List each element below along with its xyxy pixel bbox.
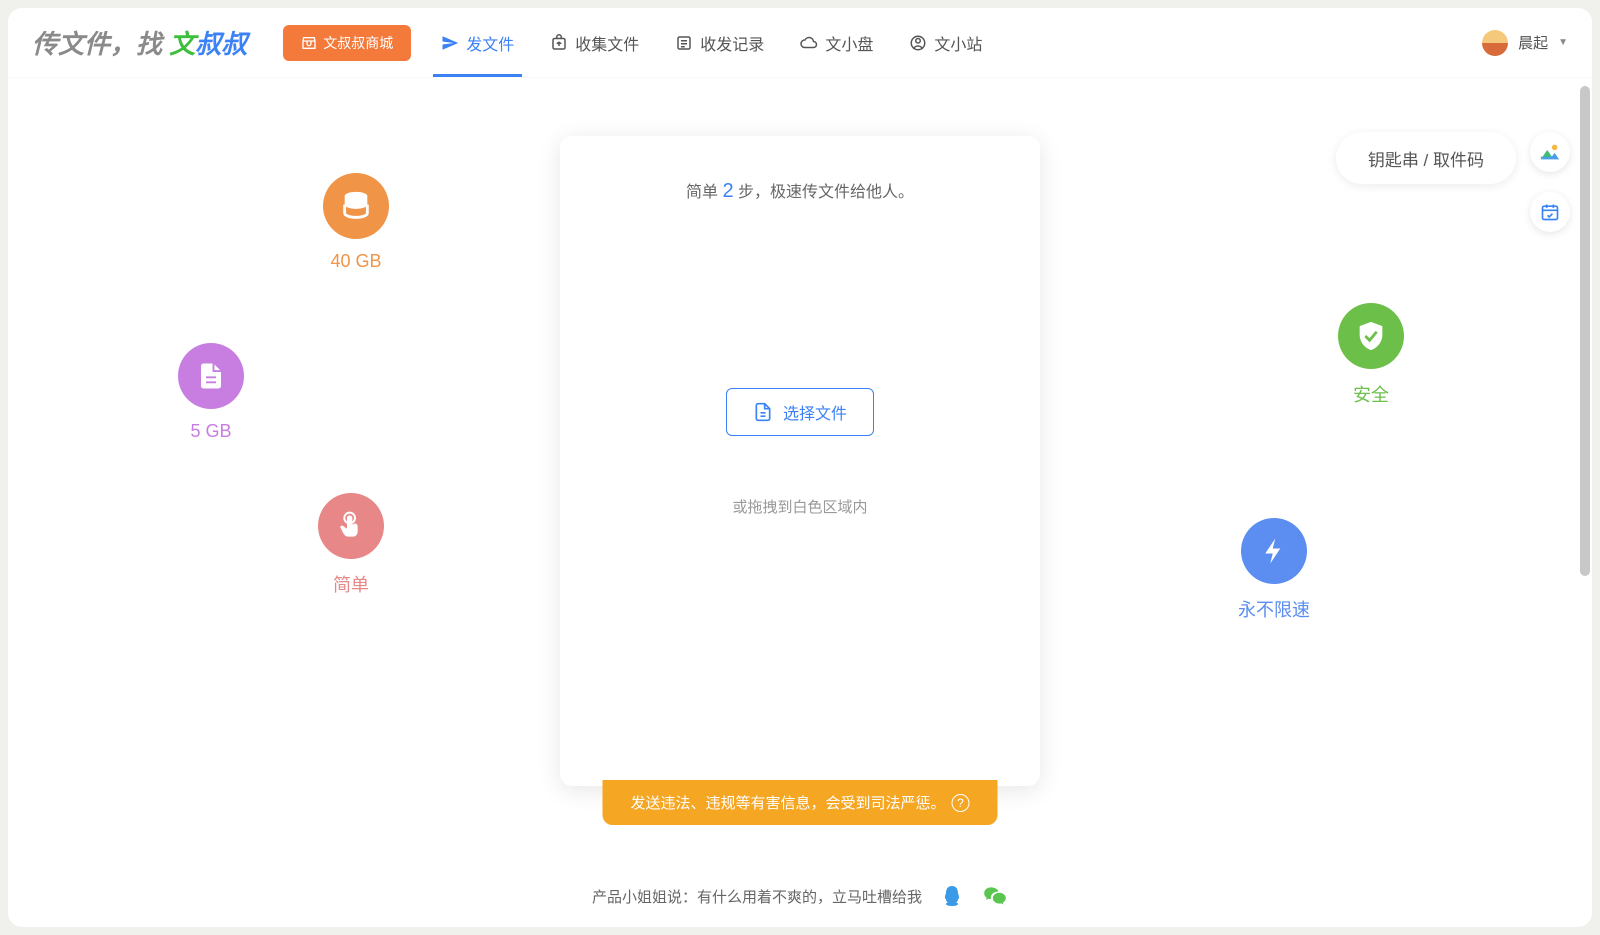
gallery-button[interactable] — [1530, 132, 1570, 172]
feature-file-label: 5 GB — [190, 421, 231, 442]
upload-card: 简单 2 步，极速传文件给他人。 选择文件 或拖拽到白色区域内 — [560, 136, 1040, 786]
calendar-icon — [1540, 202, 1560, 222]
scrollbar[interactable] — [1580, 86, 1590, 576]
content: 钥匙串 / 取件码 40 GB 5 GB — [8, 78, 1592, 927]
select-file-label: 选择文件 — [783, 400, 847, 424]
select-file-button[interactable]: 选择文件 — [726, 388, 874, 436]
feature-file: 5 GB — [178, 343, 244, 442]
card-title-pre: 简单 — [686, 184, 722, 201]
avatar — [1482, 30, 1508, 56]
file-select-icon — [753, 402, 773, 422]
collect-icon — [550, 34, 568, 52]
nav-history-label: 收发记录 — [700, 31, 764, 55]
card-title-post: 步，极速传文件给他人。 — [734, 184, 914, 201]
logo-text-1: 传文件，找 — [32, 29, 169, 59]
station-icon — [909, 34, 927, 52]
file-icon — [178, 343, 244, 409]
logo-text-2: 文 — [169, 29, 195, 59]
keychain-button[interactable]: 钥匙串 / 取件码 — [1336, 132, 1516, 184]
history-icon — [675, 34, 693, 52]
keychain-label: 钥匙串 / 取件码 — [1368, 146, 1484, 171]
card-title: 简单 2 步，极速传文件给他人。 — [590, 178, 1010, 203]
nav-disk-label: 文小盘 — [825, 31, 873, 55]
nav-disk[interactable]: 文小盘 — [800, 8, 873, 77]
shield-icon — [1338, 303, 1404, 369]
touch-icon — [318, 493, 384, 559]
wechat-icon[interactable] — [982, 883, 1008, 909]
footer-lead: 产品小姐姐说： — [592, 889, 697, 906]
feature-safe-label: 安全 — [1353, 381, 1389, 407]
nav-history[interactable]: 收发记录 — [675, 8, 764, 77]
warning-text: 发送违法、违规等有害信息，会受到司法严惩。 — [630, 792, 945, 813]
cloud-icon — [800, 34, 818, 52]
nav-send-label: 发文件 — [466, 31, 514, 55]
nav: 发文件 收集文件 收发记录 文小盘 文小站 — [441, 8, 982, 77]
image-icon — [1539, 141, 1561, 163]
header: 传文件，找 文叔叔 文叔叔商城 发文件 收集文件 收发记录 文小盘 — [8, 8, 1592, 78]
user-menu[interactable]: 晨起 ▼ — [1482, 30, 1568, 56]
bolt-icon — [1241, 518, 1307, 584]
database-icon — [323, 173, 389, 239]
nav-station-label: 文小站 — [934, 31, 982, 55]
footer-msg: 有什么用着不爽的，立马吐槽给我 — [697, 889, 922, 906]
qq-icon[interactable] — [940, 884, 964, 908]
nav-station[interactable]: 文小站 — [909, 8, 982, 77]
feature-speed-label: 永不限速 — [1238, 596, 1310, 622]
calendar-button[interactable] — [1530, 192, 1570, 232]
feature-safe: 安全 — [1338, 303, 1404, 407]
nav-send[interactable]: 发文件 — [441, 8, 514, 77]
feature-storage: 40 GB — [323, 173, 389, 272]
side-icons — [1530, 132, 1570, 232]
drag-hint: 或拖拽到白色区域内 — [590, 496, 1010, 517]
nav-collect-label: 收集文件 — [575, 31, 639, 55]
feature-simple-label: 简单 — [333, 571, 369, 597]
user-name: 晨起 — [1518, 32, 1548, 53]
nav-collect[interactable]: 收集文件 — [550, 8, 639, 77]
caret-down-icon: ▼ — [1558, 37, 1568, 48]
footer: 产品小姐姐说：有什么用着不爽的，立马吐槽给我 — [592, 883, 1008, 909]
warning-banner: 发送违法、违规等有害信息，会受到司法严惩。 ? — [602, 780, 997, 825]
shop-icon — [301, 35, 317, 51]
logo: 传文件，找 文叔叔 — [32, 24, 247, 61]
send-icon — [441, 34, 459, 52]
feature-speed: 永不限速 — [1238, 518, 1310, 622]
side-right: 钥匙串 / 取件码 — [1336, 132, 1570, 232]
card-title-num: 2 — [722, 180, 733, 202]
feature-simple: 简单 — [318, 493, 384, 597]
footer-text: 产品小姐姐说：有什么用着不爽的，立马吐槽给我 — [592, 886, 922, 907]
help-icon[interactable]: ? — [952, 794, 970, 812]
logo-text-3: 叔叔 — [195, 29, 247, 59]
feature-storage-label: 40 GB — [330, 251, 381, 272]
mall-label: 文叔叔商城 — [323, 33, 393, 53]
mall-button[interactable]: 文叔叔商城 — [283, 25, 411, 61]
